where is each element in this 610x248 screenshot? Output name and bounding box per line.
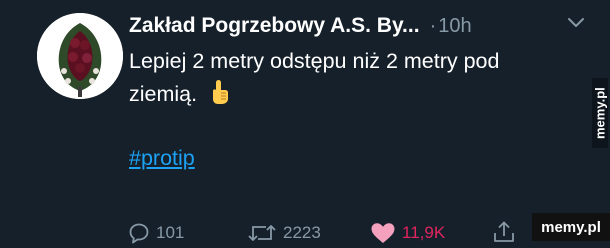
chevron-down-icon[interactable] bbox=[567, 16, 585, 30]
tweet-header: Zakład Pogrzebowy A.S. By... · 10h bbox=[129, 10, 472, 42]
author-name[interactable]: Zakład Pogrzebowy A.S. By... bbox=[129, 14, 420, 38]
side-watermark: memy.pl bbox=[592, 78, 608, 148]
separator-dot: · bbox=[429, 14, 437, 37]
hashtag-link[interactable]: #protip bbox=[129, 146, 195, 171]
pointing-up-emoji bbox=[213, 80, 229, 104]
like-button[interactable]: 11,9K bbox=[370, 218, 445, 248]
reply-count: 101 bbox=[156, 223, 185, 242]
retweet-count: 2223 bbox=[283, 223, 321, 242]
avatar[interactable] bbox=[37, 13, 123, 99]
share-button[interactable] bbox=[492, 218, 516, 248]
retweet-button[interactable]: 2223 bbox=[247, 218, 321, 248]
funeral-wreath-image bbox=[37, 13, 123, 99]
tweet-text: Lepiej 2 metry odstępu niż 2 metry pod z… bbox=[129, 49, 500, 106]
action-bar: 101 2223 11,9K bbox=[128, 218, 598, 248]
tweet-text-block: Lepiej 2 metry odstępu niż 2 metry pod z… bbox=[129, 45, 569, 111]
tweet-time[interactable]: 10h bbox=[438, 15, 471, 38]
reply-button[interactable]: 101 bbox=[128, 218, 184, 248]
like-count: 11,9K bbox=[402, 223, 446, 242]
bottom-watermark: memy.pl bbox=[532, 213, 610, 241]
share-icon bbox=[494, 221, 514, 242]
tweet[interactable]: Zakład Pogrzebowy A.S. By... · 10h Lepie… bbox=[0, 0, 610, 244]
